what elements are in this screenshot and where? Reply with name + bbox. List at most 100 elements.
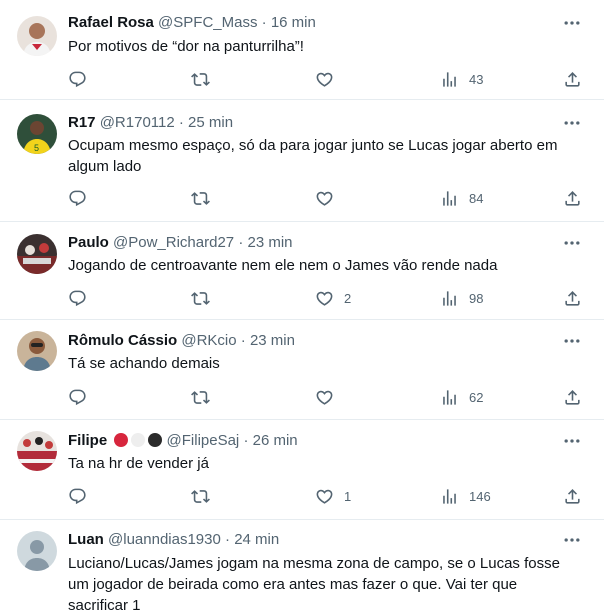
user-handle[interactable]: @luanndias1930 [108, 531, 221, 548]
timestamp[interactable]: 25 min [188, 114, 233, 131]
reply-tweet[interactable]: 5 R17 @R170112 · 25 min Ocupam mesmo esp… [0, 100, 604, 222]
user-handle[interactable]: @Pow_Richard27 [113, 234, 234, 251]
tweet-header: Rômulo Cássio @RKcio · 23 min [68, 330, 295, 352]
tweet-text: Tá se achando demais [68, 355, 220, 372]
share-icon [563, 289, 582, 308]
views-icon [440, 70, 459, 89]
separator-dot: · [238, 234, 244, 251]
avatar[interactable] [17, 531, 57, 571]
retweet-button[interactable] [191, 186, 220, 210]
timestamp[interactable]: 16 min [271, 14, 316, 31]
more-icon[interactable] [562, 13, 582, 33]
reply-button[interactable] [68, 286, 97, 310]
flag-badge-white [131, 433, 146, 447]
display-name[interactable]: R17 [68, 114, 96, 131]
reply-tweet[interactable]: Luan @luanndias1930 · 24 min Luciano/Luc… [0, 520, 604, 614]
tweet-header: Paulo @Pow_Richard27 · 23 min [68, 232, 293, 254]
share-icon [563, 189, 582, 208]
user-handle[interactable]: @FilipeSaj [167, 432, 240, 449]
retweet-icon [191, 388, 210, 407]
separator-dot: · [243, 432, 249, 449]
action-bar: 43 [60, 67, 590, 91]
tweet-text: Ocupam mesmo espaço, só da para jogar ju… [68, 137, 558, 175]
display-name[interactable]: Rafael Rosa [68, 14, 154, 31]
like-button[interactable] [315, 67, 344, 91]
retweet-button[interactable] [191, 67, 220, 91]
flag-badge-black [148, 433, 163, 447]
reply-button[interactable] [68, 186, 97, 210]
like-button[interactable]: 1 [315, 484, 351, 508]
timestamp[interactable]: 23 min [250, 332, 295, 349]
user-handle[interactable]: @SPFC_Mass [158, 14, 257, 31]
share-icon [563, 70, 582, 89]
tweet-header: R17 @R170112 · 25 min [68, 112, 233, 134]
avatar[interactable] [17, 16, 57, 56]
share-icon [563, 388, 582, 407]
views-count: 84 [469, 190, 484, 206]
like-icon [315, 70, 334, 89]
like-button[interactable]: 2 [315, 286, 351, 310]
retweet-button[interactable] [191, 286, 220, 310]
avatar[interactable]: 5 [17, 114, 57, 154]
reply-tweet[interactable]: Paulo @Pow_Richard27 · 23 min Jogando de… [0, 222, 604, 320]
reply-tweet[interactable]: Rafael Rosa @SPFC_Mass · 16 min Por moti… [0, 0, 604, 100]
retweet-icon [191, 289, 210, 308]
share-icon [563, 487, 582, 506]
display-name[interactable]: Rômulo Cássio [68, 332, 177, 349]
tweet-text: Ta na hr de vender já [68, 455, 209, 472]
user-handle[interactable]: @RKcio [181, 332, 236, 349]
like-icon [315, 289, 334, 308]
views-icon [440, 189, 459, 208]
views-button[interactable]: 43 [440, 67, 483, 91]
like-count: 1 [344, 488, 352, 504]
like-button[interactable] [315, 385, 344, 409]
reply-icon [68, 70, 87, 89]
like-button[interactable] [315, 186, 344, 210]
retweet-icon [191, 189, 210, 208]
action-bar: 1 146 [60, 484, 590, 508]
views-count: 146 [469, 488, 491, 504]
views-button[interactable]: 98 [440, 286, 483, 310]
tweet-text: Por motivos de “dor na panturrilha”! [68, 38, 304, 55]
views-count: 43 [469, 71, 484, 87]
reply-tweet[interactable]: Rômulo Cássio @RKcio · 23 min Tá se acha… [0, 320, 604, 420]
display-name[interactable]: Filipe [68, 432, 107, 449]
avatar[interactable] [17, 431, 57, 471]
flag-badge-red [114, 433, 129, 447]
views-button[interactable]: 62 [440, 385, 483, 409]
reply-button[interactable] [68, 67, 97, 91]
share-button[interactable] [563, 186, 582, 210]
more-icon[interactable] [562, 113, 582, 133]
timestamp[interactable]: 24 min [234, 531, 279, 548]
timestamp[interactable]: 23 min [247, 234, 292, 251]
reply-button[interactable] [68, 385, 97, 409]
reply-icon [68, 289, 87, 308]
tweet-text: Jogando de centroavante nem ele nem o Ja… [68, 257, 498, 274]
retweet-button[interactable] [191, 385, 220, 409]
retweet-button[interactable] [191, 484, 220, 508]
share-button[interactable] [563, 286, 582, 310]
views-button[interactable]: 84 [440, 186, 483, 210]
views-button[interactable]: 146 [440, 484, 491, 508]
user-handle[interactable]: @R170112 [100, 114, 175, 131]
avatar[interactable] [17, 234, 57, 274]
tweet-text: Luciano/Lucas/James jogam na mesma zona … [68, 555, 560, 614]
timestamp[interactable]: 26 min [253, 432, 298, 449]
avatar[interactable] [17, 331, 57, 371]
share-button[interactable] [563, 385, 582, 409]
more-icon[interactable] [562, 233, 582, 253]
like-icon [315, 487, 334, 506]
like-icon [315, 388, 334, 407]
reply-tweet[interactable]: Filipe @FilipeSaj · 26 min Ta na hr de v… [0, 420, 604, 520]
views-icon [440, 388, 459, 407]
more-icon[interactable] [562, 530, 582, 550]
views-count: 98 [469, 290, 484, 306]
more-icon[interactable] [562, 431, 582, 451]
share-button[interactable] [563, 484, 582, 508]
reply-button[interactable] [68, 484, 97, 508]
display-name[interactable]: Paulo [68, 234, 109, 251]
display-name[interactable]: Luan [68, 531, 104, 548]
separator-dot: · [240, 332, 246, 349]
more-icon[interactable] [562, 331, 582, 351]
share-button[interactable] [563, 67, 582, 91]
